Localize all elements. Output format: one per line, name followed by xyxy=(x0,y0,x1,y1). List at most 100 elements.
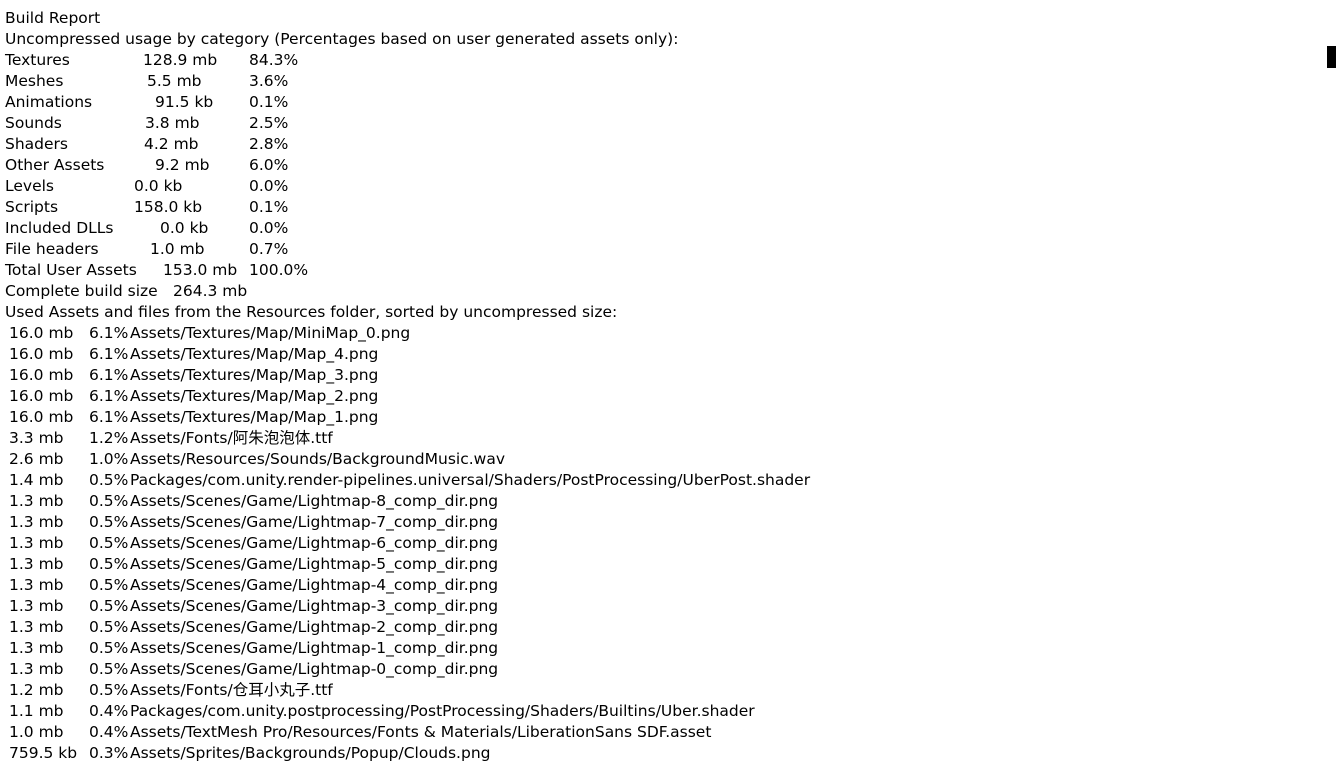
category-row: Animations 91.5 kb 0.1% xyxy=(5,92,1315,113)
category-row: Meshes 5.5 mb 3.6% xyxy=(5,71,1315,92)
asset-percent: 0.5% xyxy=(89,681,129,699)
asset-size: 1.2 mb xyxy=(9,681,64,699)
asset-path: Assets/Scenes/Game/Lightmap-2_comp_dir.p… xyxy=(130,618,499,636)
asset-path: Assets/Sprites/Backgrounds/Popup/Clouds.… xyxy=(130,744,491,762)
asset-size: 1.1 mb xyxy=(9,702,64,720)
category-size: 0.0 kb xyxy=(160,219,209,237)
asset-path: Assets/Textures/Map/Map_2.png xyxy=(130,387,379,405)
category-row: Textures 128.9 mb 84.3% xyxy=(5,50,1315,71)
category-percent: 0.0% xyxy=(249,219,289,237)
asset-percent: 0.5% xyxy=(89,660,129,678)
asset-path: Packages/com.unity.render-pipelines.univ… xyxy=(130,471,811,489)
category-size: 0.0 kb xyxy=(134,177,183,195)
category-size: 4.2 mb xyxy=(144,135,199,153)
category-list: Textures 128.9 mb 84.3% Meshes 5.5 mb 3.… xyxy=(5,50,1315,281)
asset-row: 1.3 mb 0.5% Assets/Scenes/Game/Lightmap-3_… xyxy=(5,596,1315,617)
category-percent: 6.0% xyxy=(249,156,289,174)
asset-row: 16.0 mb 6.1% Assets/Textures/Map/Map_4.png xyxy=(5,344,1315,365)
category-name: Total User Assets xyxy=(5,261,137,279)
asset-path: Assets/Fonts/仓耳小丸子.ttf xyxy=(130,681,333,699)
asset-path: Assets/Scenes/Game/Lightmap-1_comp_dir.p… xyxy=(130,639,499,657)
asset-row: 1.4 mb 0.5% Packages/com.unity.render-pipe… xyxy=(5,470,1315,491)
asset-percent: 0.5% xyxy=(89,618,129,636)
category-row: Included DLLs 0.0 kb 0.0% xyxy=(5,218,1315,239)
category-name: Levels xyxy=(5,177,54,195)
asset-size: 1.3 mb xyxy=(9,660,64,678)
asset-percent: 0.5% xyxy=(89,576,129,594)
scrollbar-thumb[interactable] xyxy=(1327,46,1336,68)
asset-path: Assets/TextMesh Pro/Resources/Fonts & Ma… xyxy=(130,723,712,741)
asset-percent: 0.5% xyxy=(89,471,129,489)
asset-percent: 1.2% xyxy=(89,429,129,447)
asset-path: Assets/Scenes/Game/Lightmap-6_comp_dir.p… xyxy=(130,534,499,552)
category-percent: 84.3% xyxy=(249,51,299,69)
asset-size: 16.0 mb xyxy=(9,324,74,342)
asset-size: 16.0 mb xyxy=(9,345,74,363)
asset-path: Assets/Textures/Map/MiniMap_0.png xyxy=(130,324,411,342)
asset-path: Assets/Scenes/Game/Lightmap-0_comp_dir.p… xyxy=(130,660,499,678)
asset-size: 759.5 kb xyxy=(9,744,78,762)
asset-size: 1.3 mb xyxy=(9,513,64,531)
asset-percent: 0.5% xyxy=(89,492,129,510)
vertical-scrollbar[interactable] xyxy=(1327,0,1336,762)
category-percent: 0.0% xyxy=(249,177,289,195)
asset-row: 1.3 mb 0.5% Assets/Scenes/Game/Lightmap-6_… xyxy=(5,533,1315,554)
complete-build-label: Complete build size xyxy=(5,282,158,300)
asset-path: Assets/Textures/Map/Map_1.png xyxy=(130,408,379,426)
asset-percent: 6.1% xyxy=(89,366,129,384)
asset-row: 1.3 mb 0.5% Assets/Scenes/Game/Lightmap-2_… xyxy=(5,617,1315,638)
asset-path: Assets/Scenes/Game/Lightmap-3_comp_dir.p… xyxy=(130,597,499,615)
category-name: Animations xyxy=(5,93,93,111)
category-percent: 3.6% xyxy=(249,72,289,90)
report-title: Build Report xyxy=(5,9,101,27)
asset-percent: 6.1% xyxy=(89,345,129,363)
category-percent: 0.1% xyxy=(249,93,289,111)
asset-size: 16.0 mb xyxy=(9,408,74,426)
asset-row: 2.6 mb 1.0% Assets/Resources/Sounds/Backgr… xyxy=(5,449,1315,470)
category-percent: 2.5% xyxy=(249,114,289,132)
asset-percent: 0.4% xyxy=(89,702,129,720)
categories-heading: Uncompressed usage by category (Percenta… xyxy=(5,30,679,48)
complete-build-size: 264.3 mb xyxy=(173,282,248,300)
asset-size: 16.0 mb xyxy=(9,366,74,384)
asset-path: Assets/Textures/Map/Map_4.png xyxy=(130,345,379,363)
asset-list: 16.0 mb 6.1% Assets/Textures/Map/MiniMap_0… xyxy=(5,323,1315,762)
asset-row: 16.0 mb 6.1% Assets/Textures/Map/Map_2.png xyxy=(5,386,1315,407)
asset-row: 16.0 mb 6.1% Assets/Textures/Map/Map_3.png xyxy=(5,365,1315,386)
asset-size: 2.6 mb xyxy=(9,450,64,468)
asset-size: 16.0 mb xyxy=(9,387,74,405)
asset-path: Assets/Scenes/Game/Lightmap-8_comp_dir.p… xyxy=(130,492,499,510)
asset-row: 16.0 mb 6.1% Assets/Textures/Map/MiniMap_0… xyxy=(5,323,1315,344)
asset-percent: 6.1% xyxy=(89,408,129,426)
asset-row: 1.3 mb 0.5% Assets/Scenes/Game/Lightmap-7_… xyxy=(5,512,1315,533)
category-name: Scripts xyxy=(5,198,59,216)
category-name: Shaders xyxy=(5,135,68,153)
category-row: Total User Assets 153.0 mb 100.0% xyxy=(5,260,1315,281)
asset-size: 1.0 mb xyxy=(9,723,64,741)
asset-size: 1.3 mb xyxy=(9,576,64,594)
asset-path: Packages/com.unity.postprocessing/PostPr… xyxy=(130,702,755,720)
category-name: Textures xyxy=(5,51,70,69)
asset-percent: 0.5% xyxy=(89,597,129,615)
category-size: 9.2 mb xyxy=(155,156,210,174)
asset-path: Assets/Textures/Map/Map_3.png xyxy=(130,366,379,384)
category-percent: 100.0% xyxy=(249,261,309,279)
asset-path: Assets/Resources/Sounds/BackgroundMusic.… xyxy=(130,450,505,468)
category-size: 128.9 mb xyxy=(143,51,218,69)
asset-row: 1.2 mb 0.5% Assets/Fonts/仓耳小丸子.ttf xyxy=(5,680,1315,701)
asset-percent: 6.1% xyxy=(89,387,129,405)
asset-row: 1.3 mb 0.5% Assets/Scenes/Game/Lightmap-4_… xyxy=(5,575,1315,596)
category-row: Levels 0.0 kb 0.0% xyxy=(5,176,1315,197)
asset-row: 1.3 mb 0.5% Assets/Scenes/Game/Lightmap-5_… xyxy=(5,554,1315,575)
asset-size: 1.3 mb xyxy=(9,492,64,510)
assets-heading: Used Assets and files from the Resources… xyxy=(5,303,618,321)
asset-size: 1.4 mb xyxy=(9,471,64,489)
asset-row: 3.3 mb 1.2% Assets/Fonts/阿朱泡泡体.ttf xyxy=(5,428,1315,449)
asset-percent: 0.5% xyxy=(89,639,129,657)
asset-size: 1.3 mb xyxy=(9,555,64,573)
asset-percent: 0.5% xyxy=(89,513,129,531)
complete-build-row: Complete build size 264.3 mb xyxy=(5,281,1315,302)
asset-path: Assets/Scenes/Game/Lightmap-4_comp_dir.p… xyxy=(130,576,499,594)
report-text: Build Report Uncompressed usage by categ… xyxy=(5,8,1315,762)
category-row: Other Assets 9.2 mb 6.0% xyxy=(5,155,1315,176)
